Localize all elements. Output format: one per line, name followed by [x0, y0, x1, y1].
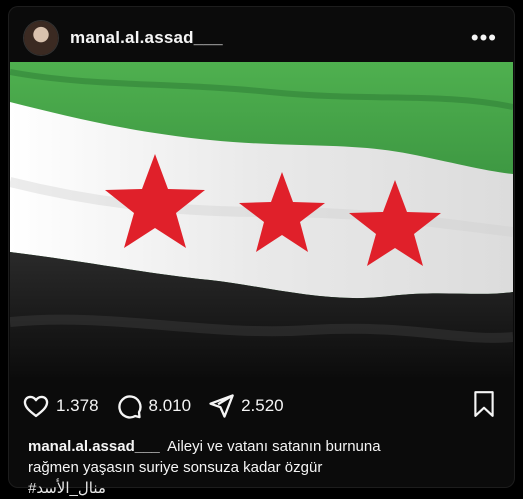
send-icon: [209, 394, 234, 418]
bookmark-icon: [474, 390, 494, 417]
comments-count: 8.010: [148, 396, 192, 415]
bookmark-button[interactable]: [471, 390, 497, 423]
post-username[interactable]: manal.al.assad___: [70, 28, 223, 48]
share-button[interactable]: 2.520: [207, 392, 284, 420]
caption-hashtag[interactable]: #منال_الأسد: [28, 480, 106, 497]
avatar[interactable]: [24, 21, 58, 55]
post-card: manal.al.assad___ ••• 1.378 8.010 2.520 …: [8, 6, 515, 497]
post-image[interactable]: [10, 62, 513, 377]
post-header: manal.al.assad___ •••: [22, 14, 501, 62]
shares-count: 2.520: [241, 396, 284, 415]
post-actions: 1.378 8.010 2.520: [22, 386, 497, 426]
heart-icon: [23, 395, 49, 418]
like-button[interactable]: 1.378: [22, 392, 99, 420]
post-caption: manal.al.assad___ Aileyi ve vatanı satan…: [28, 436, 491, 499]
caption-text-line2: rağmen yaşasın suriye sonsuza kadar özgü…: [28, 459, 323, 476]
flag-illustration: [10, 62, 513, 377]
caption-username[interactable]: manal.al.assad___: [28, 438, 160, 455]
likes-count: 1.378: [56, 396, 99, 415]
comment-button[interactable]: 8.010: [115, 392, 192, 420]
comment-icon: [117, 395, 142, 419]
more-horizontal-icon[interactable]: •••: [467, 23, 501, 53]
caption-text-line1: Aileyi ve vatanı satanın burnuna: [167, 438, 381, 455]
